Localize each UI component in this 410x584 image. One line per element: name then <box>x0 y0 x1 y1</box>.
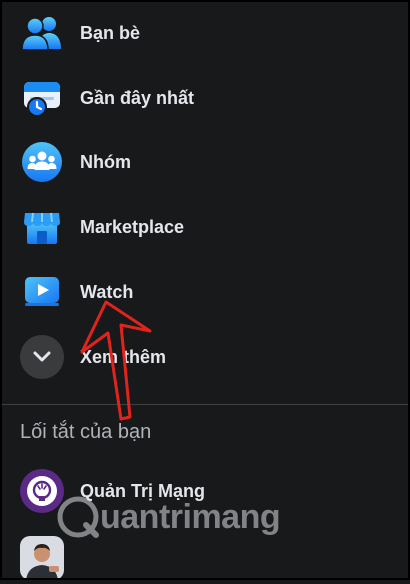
menu-item-label: Xem thêm <box>80 346 167 367</box>
see-more-button[interactable]: Xem thêm <box>20 331 380 383</box>
marketplace-icon <box>20 205 64 249</box>
menu-item-label: Watch <box>80 281 134 302</box>
chevron-down-icon <box>20 335 64 379</box>
avatar <box>20 536 64 580</box>
divider <box>0 404 410 405</box>
shortcuts-heading: Lối tắt của bạn <box>20 421 152 443</box>
menu-item-label: Gần đây nhất <box>80 87 195 108</box>
menu-item-label: Nhóm <box>80 151 131 172</box>
menu-item-groups[interactable]: Nhóm <box>20 136 380 188</box>
menu-item-label: Marketplace <box>80 216 185 237</box>
lightbulb-icon <box>20 469 64 513</box>
avatar-wrap <box>20 536 64 580</box>
friends-icon <box>20 11 64 55</box>
groups-icon <box>20 140 64 184</box>
shortcut-item-avatar[interactable] <box>20 532 380 584</box>
menu-item-marketplace[interactable]: Marketplace <box>20 201 380 253</box>
menu-item-label: Bạn bè <box>80 22 141 43</box>
see-more-icon-wrap <box>20 335 64 379</box>
menu-item-recent[interactable]: Gần đây nhất <box>20 72 380 124</box>
shortcut-label: Quản Trị Mạng <box>80 480 206 501</box>
watch-icon <box>20 270 64 314</box>
shortcut-item-quantrimang[interactable]: Quản Trị Mạng <box>20 465 380 517</box>
recent-feed-icon <box>20 76 64 120</box>
menu-item-friends[interactable]: Bạn bè <box>20 7 380 59</box>
menu-item-watch[interactable]: Watch <box>20 266 380 318</box>
